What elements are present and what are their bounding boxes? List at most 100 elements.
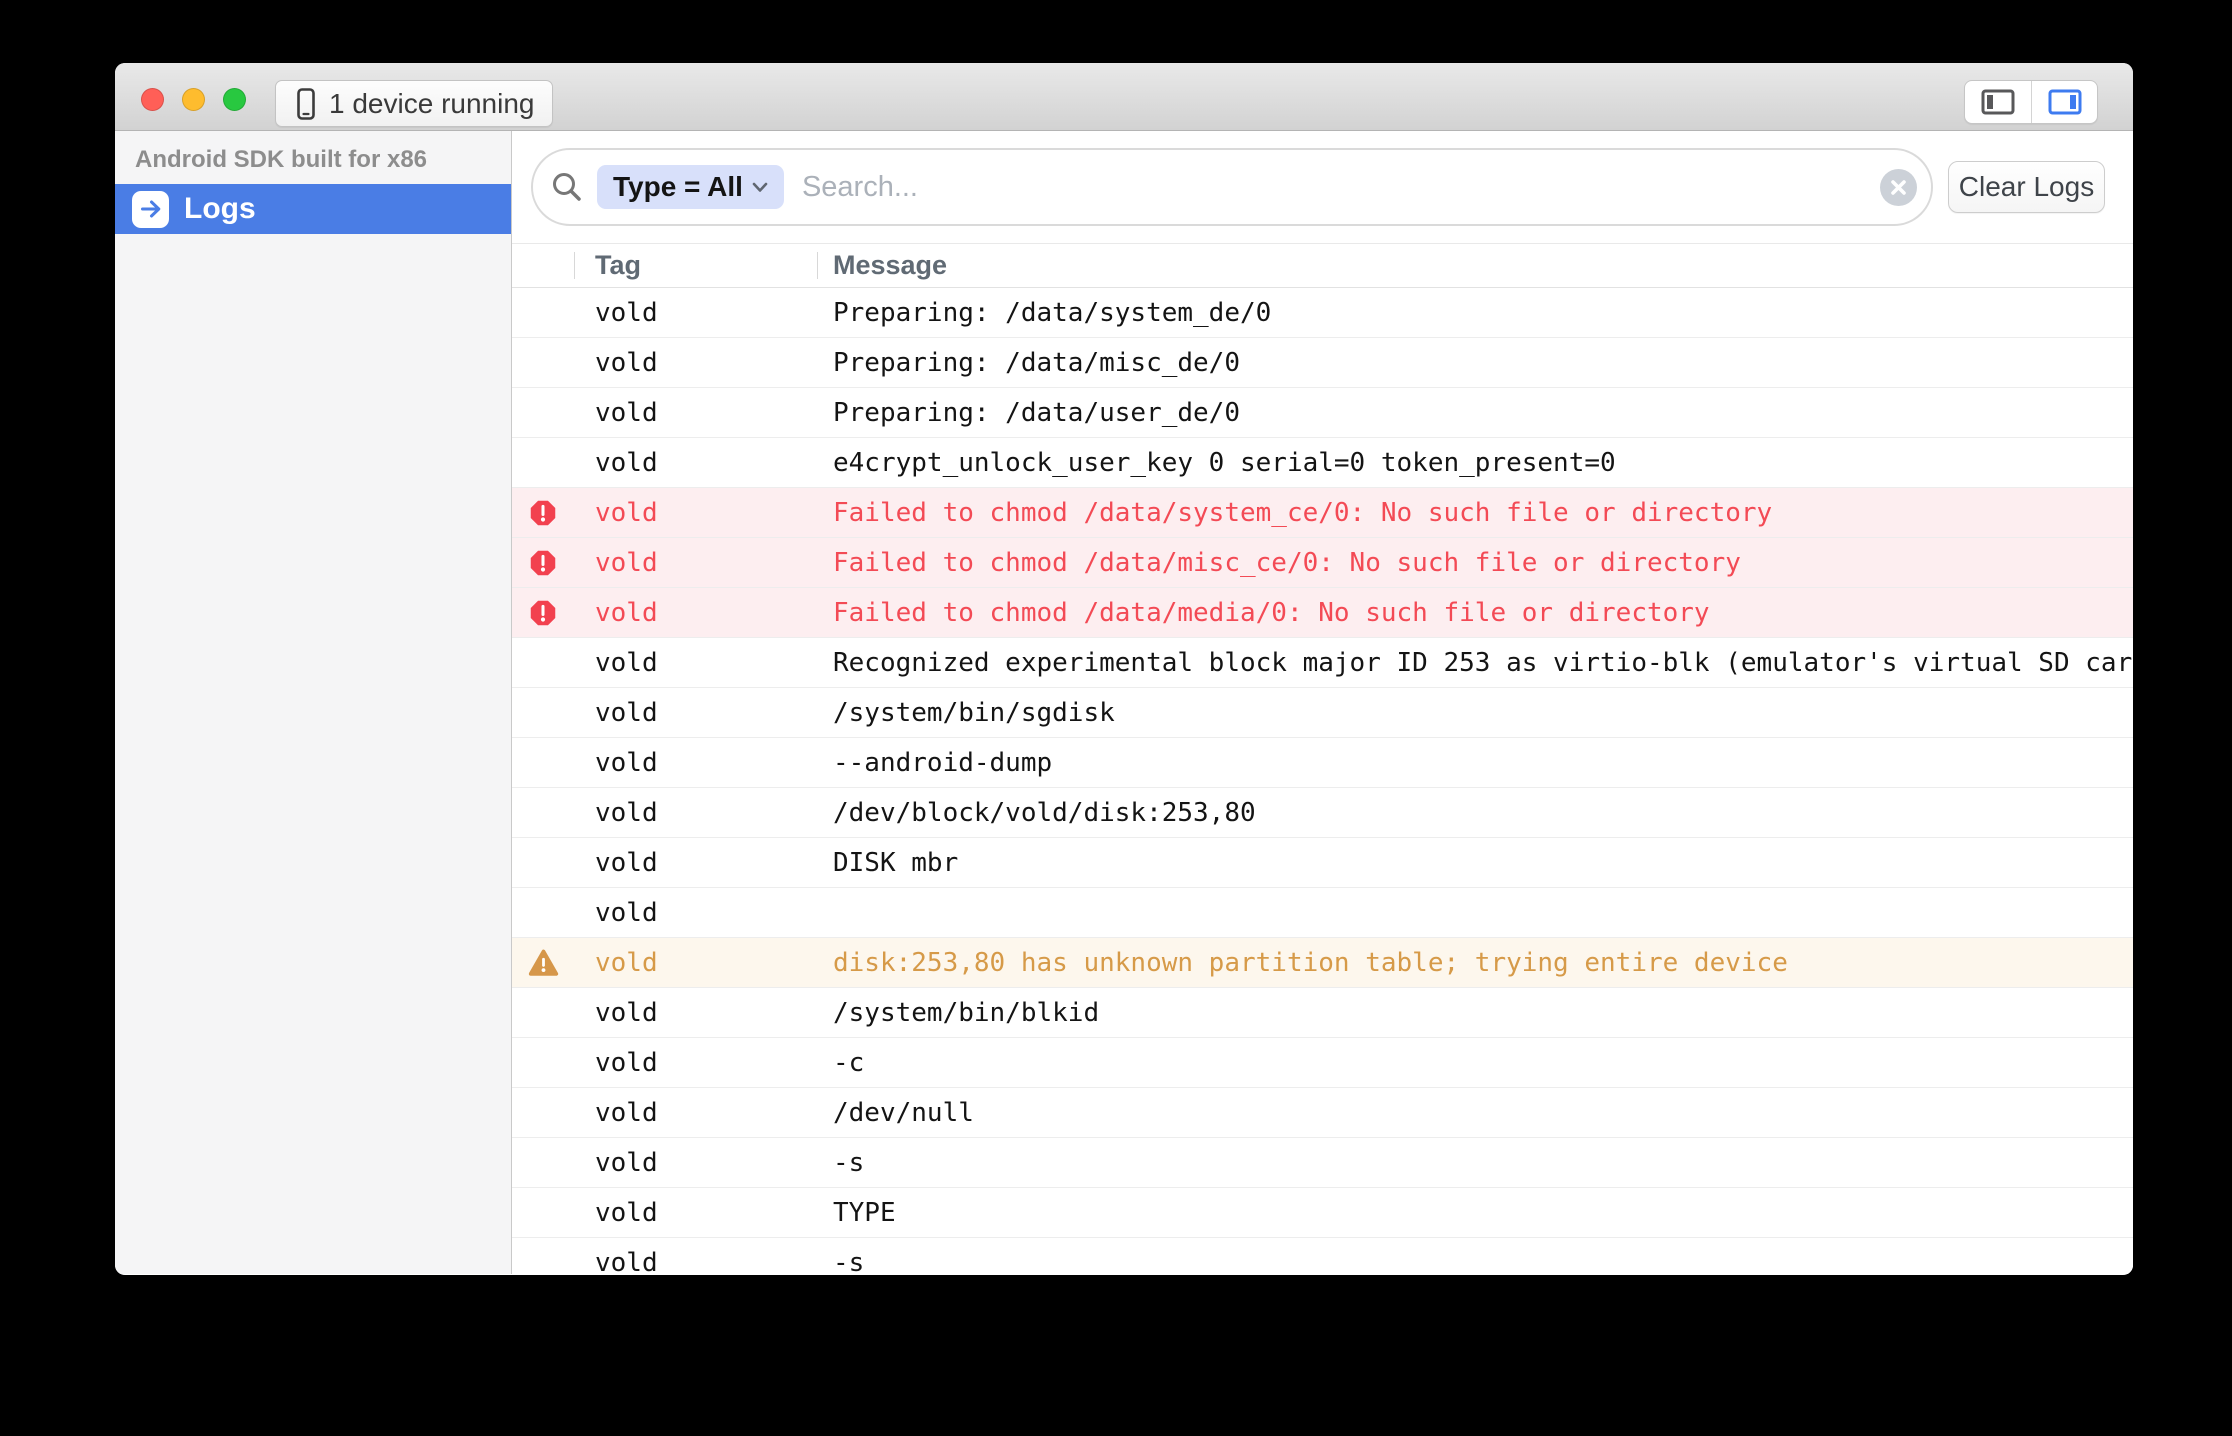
- log-tag: vold: [574, 1148, 817, 1178]
- log-message: Recognized experimental block major ID 2…: [817, 648, 2133, 678]
- log-message: disk:253,80 has unknown partition table;…: [817, 948, 2133, 978]
- logs-arrow-icon: [132, 191, 169, 228]
- log-row[interactable]: vold-c: [512, 1038, 2133, 1088]
- log-tag: vold: [574, 748, 817, 778]
- device-name-label: Android SDK built for x86: [115, 131, 511, 184]
- log-message: /system/bin/blkid: [817, 998, 2133, 1028]
- log-row[interactable]: voldTYPE: [512, 1188, 2133, 1238]
- search-input[interactable]: [802, 171, 1880, 204]
- filter-token-label: Type = All: [613, 171, 743, 203]
- zoom-window-button[interactable]: [223, 88, 246, 111]
- log-row[interactable]: vold--android-dump: [512, 738, 2133, 788]
- minimize-window-button[interactable]: [182, 88, 205, 111]
- titlebar[interactable]: 1 device running: [115, 63, 2133, 131]
- log-message: Preparing: /data/system_de/0: [817, 298, 2133, 328]
- warning-icon: [528, 949, 559, 977]
- log-tag: vold: [574, 948, 817, 978]
- log-message: /dev/null: [817, 1098, 2133, 1128]
- log-message: -c: [817, 1048, 2133, 1078]
- log-row[interactable]: voldPreparing: /data/user_de/0: [512, 388, 2133, 438]
- log-tag: vold: [574, 598, 817, 628]
- close-icon: [1890, 179, 1907, 196]
- error-icon: [529, 599, 557, 627]
- log-row[interactable]: vold/dev/null: [512, 1088, 2133, 1138]
- close-window-button[interactable]: [141, 88, 164, 111]
- window-controls: [141, 88, 246, 111]
- clear-logs-button[interactable]: Clear Logs: [1948, 161, 2105, 213]
- clear-search-button[interactable]: [1880, 169, 1917, 206]
- log-message: DISK mbr: [817, 848, 2133, 878]
- chevron-down-icon: [752, 182, 768, 193]
- log-tag: vold: [574, 548, 817, 578]
- log-tag: vold: [574, 1098, 817, 1128]
- right-panel-icon: [2048, 89, 2082, 115]
- toolbar: Type = All Clear Logs: [512, 131, 2133, 243]
- log-tag: vold: [574, 898, 817, 928]
- log-message: /dev/block/vold/disk:253,80: [817, 798, 2133, 828]
- log-tag: vold: [574, 848, 817, 878]
- log-message: Failed to chmod /data/media/0: No such f…: [817, 598, 2133, 628]
- log-message: Preparing: /data/user_de/0: [817, 398, 2133, 428]
- log-row[interactable]: volde4crypt_unlock_user_key 0 serial=0 t…: [512, 438, 2133, 488]
- log-message: Preparing: /data/misc_de/0: [817, 348, 2133, 378]
- log-tag: vold: [574, 648, 817, 678]
- log-tag: vold: [574, 998, 817, 1028]
- log-row[interactable]: vold-s: [512, 1238, 2133, 1274]
- log-message: --android-dump: [817, 748, 2133, 778]
- phone-icon: [294, 87, 318, 121]
- toggle-right-panel-button[interactable]: [2031, 81, 2097, 123]
- log-tag: vold: [574, 1248, 817, 1275]
- log-severity-cell: [512, 549, 574, 577]
- log-severity-cell: [512, 499, 574, 527]
- log-message: Failed to chmod /data/misc_ce/0: No such…: [817, 548, 2133, 578]
- log-tag: vold: [574, 798, 817, 828]
- log-rows: voldPreparing: /data/system_de/0voldPrep…: [512, 288, 2133, 1274]
- desktop: { "window": { "titlebar": { "device_butt…: [0, 0, 2232, 1436]
- search-icon: [549, 169, 585, 205]
- toggle-left-panel-button[interactable]: [1965, 81, 2031, 123]
- main-split: Android SDK built for x86 Logs: [115, 131, 2133, 1274]
- log-message: -s: [817, 1148, 2133, 1178]
- app-window: 1 device running Android SDK built for x…: [115, 63, 2133, 1275]
- log-row[interactable]: voldPreparing: /data/misc_de/0: [512, 338, 2133, 388]
- left-panel-icon: [1981, 89, 2015, 115]
- log-tag: vold: [574, 498, 817, 528]
- log-row[interactable]: vold/system/bin/sgdisk: [512, 688, 2133, 738]
- log-row[interactable]: vold: [512, 888, 2133, 938]
- log-tag: vold: [574, 298, 817, 328]
- log-tag: vold: [574, 348, 817, 378]
- panel-toggle-group: [1964, 80, 2098, 124]
- device-running-label: 1 device running: [329, 88, 534, 120]
- log-tag: vold: [574, 448, 817, 478]
- log-message: TYPE: [817, 1198, 2133, 1228]
- filter-token[interactable]: Type = All: [597, 165, 784, 209]
- log-row[interactable]: vold-s: [512, 1138, 2133, 1188]
- log-row[interactable]: voldRecognized experimental block major …: [512, 638, 2133, 688]
- log-row[interactable]: volddisk:253,80 has unknown partition ta…: [512, 938, 2133, 988]
- sidebar: Android SDK built for x86 Logs: [115, 131, 512, 1274]
- log-message: Failed to chmod /data/system_ce/0: No su…: [817, 498, 2133, 528]
- log-tag: vold: [574, 1048, 817, 1078]
- error-icon: [529, 549, 557, 577]
- log-tag: vold: [574, 398, 817, 428]
- device-running-button[interactable]: 1 device running: [275, 80, 553, 127]
- error-icon: [529, 499, 557, 527]
- log-panel: Type = All Clear Logs: [512, 131, 2133, 1274]
- log-tag: vold: [574, 1198, 817, 1228]
- log-row[interactable]: voldPreparing: /data/system_de/0: [512, 288, 2133, 338]
- log-row[interactable]: voldFailed to chmod /data/media/0: No su…: [512, 588, 2133, 638]
- column-header-message[interactable]: Message: [817, 244, 2133, 287]
- log-severity-cell: [512, 599, 574, 627]
- log-row[interactable]: vold/dev/block/vold/disk:253,80: [512, 788, 2133, 838]
- log-tag: vold: [574, 698, 817, 728]
- log-row[interactable]: voldDISK mbr: [512, 838, 2133, 888]
- column-header-tag[interactable]: Tag: [574, 244, 817, 287]
- log-row[interactable]: voldFailed to chmod /data/misc_ce/0: No …: [512, 538, 2133, 588]
- column-header-severity: [512, 244, 574, 287]
- log-row[interactable]: voldFailed to chmod /data/system_ce/0: N…: [512, 488, 2133, 538]
- log-row[interactable]: vold/system/bin/blkid: [512, 988, 2133, 1038]
- log-message: -s: [817, 1248, 2133, 1275]
- table-header: Tag Message: [512, 243, 2133, 288]
- search-field[interactable]: Type = All: [531, 148, 1933, 226]
- sidebar-item-logs[interactable]: Logs: [115, 184, 511, 234]
